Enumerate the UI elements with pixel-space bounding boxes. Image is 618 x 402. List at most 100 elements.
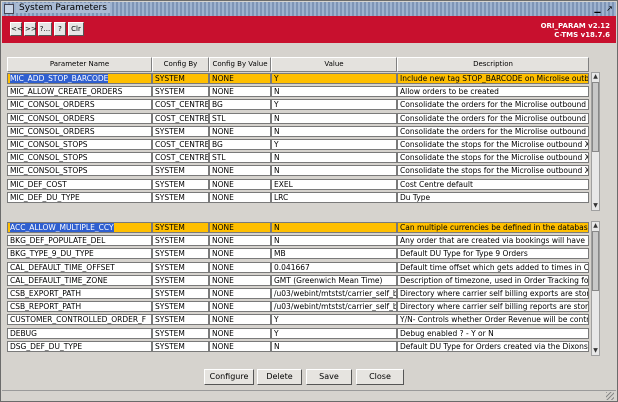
config-by-value-cell[interactable]: NONE: [209, 191, 271, 203]
config-by-cell[interactable]: COST_CENTRE: [152, 99, 209, 111]
config-by-cell[interactable]: SYSTEM: [152, 261, 209, 273]
description-cell[interactable]: Description of timezone, used in Order T…: [397, 274, 589, 286]
description-cell[interactable]: Consolidate the stops for the Microlise …: [397, 139, 589, 150]
config-by-cell[interactable]: SYSTEM: [152, 86, 209, 98]
parameter-name-cell[interactable]: MIC_CONSOL_STOPS: [7, 165, 152, 177]
table-row[interactable]: MIC_ALLOW_CREATE_ORDERS SYSTEM NONE N Allow …: [7, 86, 589, 98]
config-by-value-cell[interactable]: NONE: [209, 165, 271, 177]
parameter-name-cell[interactable]: MIC_CONSOL_ORDERS: [7, 125, 152, 137]
minimize-icon[interactable]: ▁: [593, 4, 602, 13]
value-cell[interactable]: /u03/webint/mtstst/carrier_self_billir: [271, 301, 397, 313]
column-header-description[interactable]: Description: [397, 57, 589, 72]
table-row[interactable]: CAL_DEFAULT_TIME_OFFSET SYSTEM NONE 0.04166…: [7, 261, 589, 274]
value-cell[interactable]: Y: [271, 327, 397, 339]
config-by-cell[interactable]: SYSTEM: [152, 235, 209, 247]
description-cell[interactable]: Cost Centre default: [397, 178, 589, 190]
top-list-scrollbar[interactable]: ▲ ▼: [591, 72, 600, 211]
parameter-name-cell[interactable]: MIC_CONSOL_STOPS: [7, 152, 152, 164]
table-row[interactable]: CUSTOMER_CONTROLLED_ORDER_F SYSTEM NONE Y Y/…: [7, 314, 589, 326]
description-cell[interactable]: Consolidate the stops for the Microlise …: [397, 165, 589, 177]
description-cell[interactable]: Directory where carrier self billing rep…: [397, 301, 589, 313]
scroll-down-icon[interactable]: ▼: [592, 347, 599, 355]
save-button[interactable]: Save: [306, 369, 352, 385]
value-cell[interactable]: N: [271, 235, 397, 247]
column-header-config-by-value[interactable]: Config By Value: [209, 57, 271, 72]
parameter-name-cell[interactable]: DEBUG: [7, 327, 152, 339]
last-record-button[interactable]: >>: [24, 22, 37, 36]
parameter-name-cell[interactable]: CAL_DEFAULT_TIME_ZONE: [7, 274, 152, 286]
description-cell[interactable]: Consolidate the orders for the Microlise…: [397, 125, 589, 137]
scroll-up-icon[interactable]: ▲: [592, 73, 599, 81]
first-record-button[interactable]: <<: [10, 22, 23, 36]
parameter-name-cell[interactable]: MIC_CONSOL_STOPS: [7, 139, 152, 150]
value-cell[interactable]: MB: [271, 248, 397, 260]
parameter-name-cell[interactable]: CAL_DEFAULT_TIME_OFFSET: [7, 261, 152, 273]
value-cell[interactable]: GMT (Greenwich Mean Time): [271, 274, 397, 286]
bottom-list-scrollbar[interactable]: ▲ ▼: [591, 221, 600, 356]
value-cell[interactable]: /u03/webint/mtstst/carrier_self_billir: [271, 288, 397, 299]
description-cell[interactable]: Du Type: [397, 191, 589, 203]
configure-button[interactable]: Configure: [204, 369, 254, 385]
table-row[interactable]: MIC_DEF_DU_TYPE SYSTEM NONE LRC Du Type: [7, 191, 589, 204]
parameter-name-cell[interactable]: BKG_TYPE_9_DU_TYPE: [7, 248, 152, 260]
scroll-thumb[interactable]: [592, 82, 599, 152]
value-cell[interactable]: N: [271, 222, 397, 233]
value-cell[interactable]: LRC: [271, 191, 397, 203]
table-row[interactable]: MIC_DEF_COST SYSTEM NONE EXEL Cost Centre de…: [7, 178, 589, 191]
config-by-value-cell[interactable]: BG: [209, 139, 271, 150]
query-button[interactable]: ?...: [38, 22, 52, 36]
config-by-value-cell[interactable]: BG: [209, 99, 271, 111]
table-row[interactable]: MIC_CONSOL_STOPS COST_CENTRE BG Y Consolidat…: [7, 139, 589, 151]
config-by-cell[interactable]: SYSTEM: [152, 274, 209, 286]
column-header-parameter-name[interactable]: Parameter Name: [7, 57, 152, 72]
table-row[interactable]: DSG_DEF_DU_TYPE SYSTEM NONE N Default DU Typ…: [7, 340, 589, 353]
config-by-cell[interactable]: COST_CENTRE: [152, 112, 209, 124]
parameter-name-cell[interactable]: CSB_EXPORT_PATH: [7, 288, 152, 299]
description-cell[interactable]: Include new tag STOP_BARCODE on Microlis…: [397, 73, 589, 84]
table-row[interactable]: MIC_CONSOL_ORDERS COST_CENTRE BG Y Consolida…: [7, 99, 589, 111]
value-cell[interactable]: Y: [271, 314, 397, 326]
config-by-cell[interactable]: SYSTEM: [152, 327, 209, 339]
parameter-name-cell[interactable]: MIC_ADD_STOP_BARCODE: [7, 73, 152, 84]
resize-grip-icon[interactable]: [606, 392, 614, 400]
table-row[interactable]: CSB_REPORT_PATH SYSTEM NONE/u03/webint/mts…: [7, 301, 589, 313]
table-row[interactable]: MIC_CONSOL_STOPS SYSTEM NONE N Consolidate t…: [7, 165, 589, 177]
config-by-value-cell[interactable]: NONE: [209, 178, 271, 190]
config-by-cell[interactable]: SYSTEM: [152, 165, 209, 177]
config-by-value-cell[interactable]: NONE: [209, 274, 271, 286]
clear-button[interactable]: Clr: [68, 22, 84, 36]
config-by-cell[interactable]: SYSTEM: [152, 248, 209, 260]
config-by-cell[interactable]: COST_CENTRE: [152, 139, 209, 150]
value-cell[interactable]: Y: [271, 99, 397, 111]
table-row[interactable]: MIC_CONSOL_ORDERS SYSTEM NONE N Consolidate …: [7, 125, 589, 138]
config-by-cell[interactable]: SYSTEM: [152, 125, 209, 137]
parameter-name-cell[interactable]: MIC_CONSOL_ORDERS: [7, 112, 152, 124]
table-row[interactable]: MIC_CONSOL_STOPS COST_CENTRE STL N Consolida…: [7, 152, 589, 164]
column-header-value[interactable]: Value: [271, 57, 397, 72]
description-cell[interactable]: Allow orders to be created: [397, 86, 589, 98]
parameter-name-cell[interactable]: MIC_DEF_DU_TYPE: [7, 191, 152, 203]
config-by-value-cell[interactable]: NONE: [209, 301, 271, 313]
table-row[interactable]: ACC_ALLOW_MULTIPLE_CCY SYSTEM NONE N Can mul…: [7, 222, 589, 234]
parameter-name-cell[interactable]: BKG_DEF_POPULATE_DEL: [7, 235, 152, 247]
description-cell[interactable]: Y/N- Controls whether Order Revenue will…: [397, 314, 589, 326]
config-by-value-cell[interactable]: NONE: [209, 248, 271, 260]
config-by-value-cell[interactable]: NONE: [209, 222, 271, 233]
config-by-value-cell[interactable]: STL: [209, 112, 271, 124]
config-by-value-cell[interactable]: NONE: [209, 235, 271, 247]
config-by-value-cell[interactable]: NONE: [209, 288, 271, 299]
description-cell[interactable]: Default DU Type for Type 9 Orders: [397, 248, 589, 260]
config-by-value-cell[interactable]: NONE: [209, 125, 271, 137]
config-by-cell[interactable]: SYSTEM: [152, 191, 209, 203]
parameter-name-cell[interactable]: DSG_DEF_DU_TYPE: [7, 340, 152, 352]
table-row[interactable]: MIC_ADD_STOP_BARCODE SYSTEM NONE Y Include n…: [7, 73, 589, 85]
config-by-value-cell[interactable]: NONE: [209, 73, 271, 84]
config-by-cell[interactable]: SYSTEM: [152, 314, 209, 326]
value-cell[interactable]: Y: [271, 139, 397, 150]
config-by-cell[interactable]: SYSTEM: [152, 222, 209, 233]
table-row[interactable]: BKG_TYPE_9_DU_TYPE SYSTEM NONE MB Default DU…: [7, 248, 589, 260]
description-cell[interactable]: Default DU Type for Orders created via t…: [397, 340, 589, 352]
parameter-name-cell[interactable]: CSB_REPORT_PATH: [7, 301, 152, 313]
description-cell[interactable]: Default time offset which gets added to …: [397, 261, 589, 273]
value-cell[interactable]: N: [271, 340, 397, 352]
